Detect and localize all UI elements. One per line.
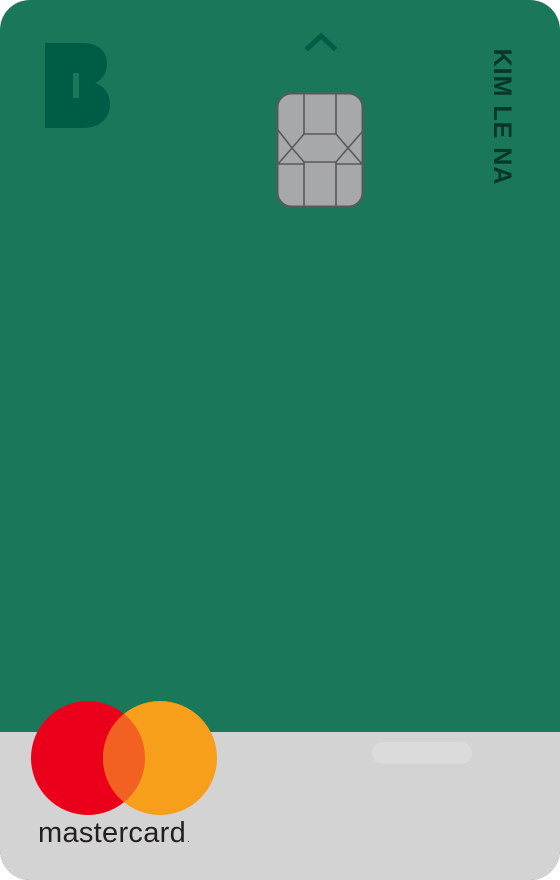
chevron-up-icon[interactable]: [304, 30, 338, 52]
mastercard-wordmark: mastercard.: [38, 815, 190, 858]
mastercard-name: mastercard: [38, 817, 187, 849]
bank-b-logo-icon: [45, 43, 110, 128]
payment-card[interactable]: KIM LE NA mastercard.: [0, 0, 560, 880]
cardholder-name: KIM LE NA: [488, 48, 516, 186]
mastercard-circles-icon: [31, 701, 217, 815]
emv-chip-icon: [276, 92, 364, 208]
hologram-mark: [372, 742, 472, 764]
mastercard-trademark: .: [187, 834, 191, 845]
